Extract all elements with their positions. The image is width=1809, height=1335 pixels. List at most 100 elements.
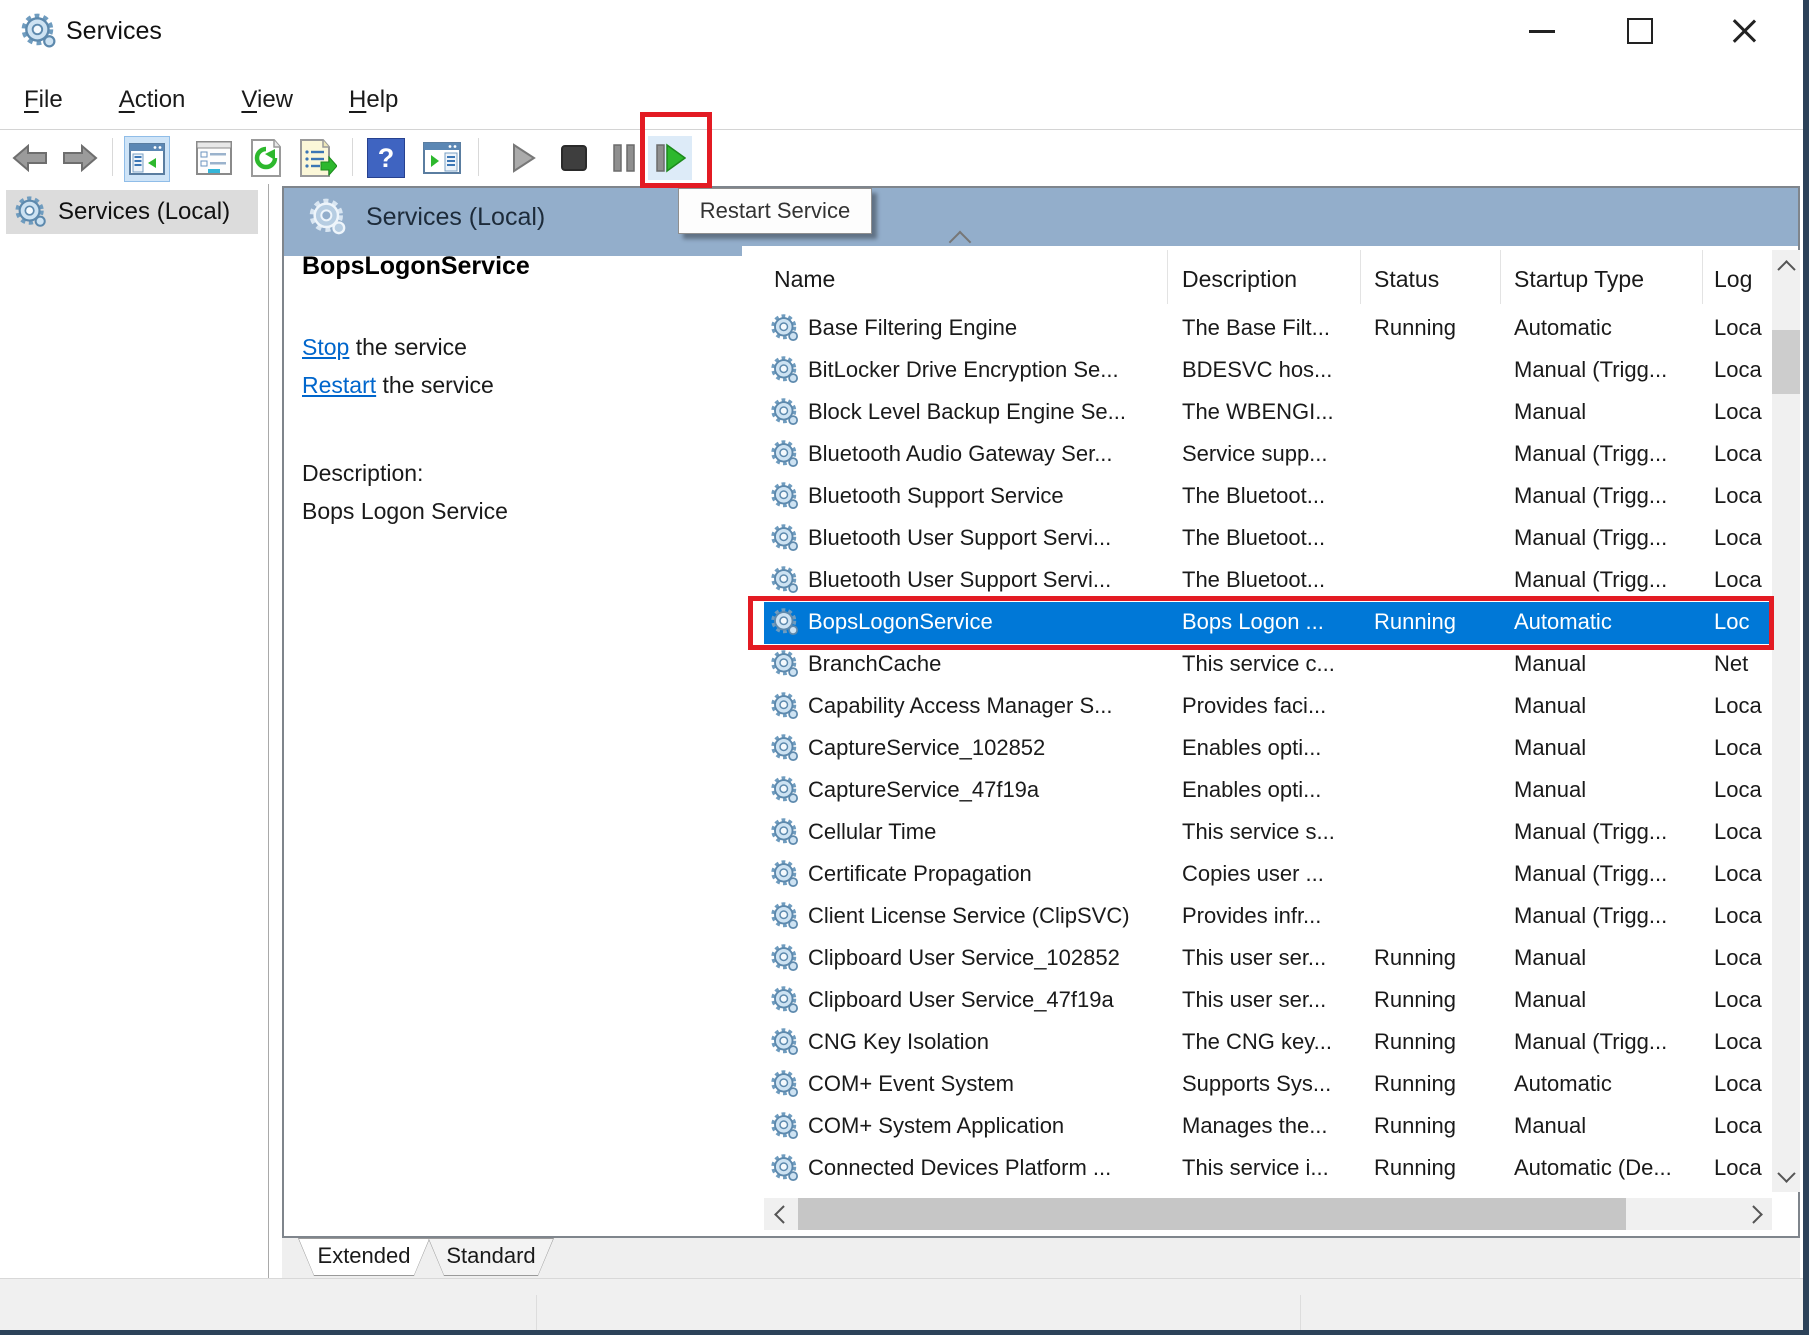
service-startup-type: Manual (Trigg...: [1514, 819, 1667, 845]
gear-icon: [770, 649, 800, 679]
menu-bar: File Action View Help: [0, 72, 1809, 128]
scroll-up-button[interactable]: [1772, 250, 1800, 282]
service-startup-type: Manual (Trigg...: [1514, 1029, 1667, 1055]
service-row[interactable]: COM+ System ApplicationManages the...Run…: [764, 1106, 1772, 1148]
window-title: Services: [66, 17, 162, 46]
menu-item-file[interactable]: File: [10, 80, 77, 120]
scroll-down-button[interactable]: [1772, 1160, 1800, 1192]
service-startup-type: Manual (Trigg...: [1514, 567, 1667, 593]
service-description: The Bluetoot...: [1182, 525, 1325, 551]
restart-service-line: Restart the service: [302, 366, 494, 404]
menu-item-help[interactable]: Help: [335, 80, 412, 120]
gear-icon: [770, 397, 800, 427]
service-status: Running: [1374, 987, 1456, 1013]
export-list-button[interactable]: [296, 136, 340, 180]
tab-extended[interactable]: Extended: [298, 1238, 430, 1276]
service-name: CaptureService_102852: [808, 735, 1045, 761]
service-name: CNG Key Isolation: [808, 1029, 989, 1055]
console-tree-pane: Services (Local): [0, 184, 269, 1278]
service-row[interactable]: BitLocker Drive Encryption Se...BDESVC h…: [764, 350, 1772, 392]
forward-button[interactable]: [58, 136, 102, 180]
scroll-right-button[interactable]: [1740, 1198, 1772, 1230]
service-startup-type: Manual (Trigg...: [1514, 441, 1667, 467]
service-description: Provides infr...: [1182, 903, 1321, 929]
horizontal-scrollbar-thumb[interactable]: [798, 1198, 1626, 1230]
service-startup-type: Manual (Trigg...: [1514, 903, 1667, 929]
service-row[interactable]: Bluetooth Audio Gateway Ser...Service su…: [764, 434, 1772, 476]
help-button[interactable]: ?: [364, 136, 408, 180]
menu-item-action[interactable]: Action: [105, 80, 200, 120]
services-pane: Services (Local) BopsLogonService Stop t…: [282, 186, 1800, 1238]
show-console-tree-button[interactable]: [124, 136, 170, 182]
service-logon-as: Loca: [1714, 1155, 1762, 1181]
service-row[interactable]: Clipboard User Service_47f19aThis user s…: [764, 980, 1772, 1022]
chevron-left-icon: [774, 1205, 792, 1223]
service-row[interactable]: Clipboard User Service_102852This user s…: [764, 938, 1772, 980]
selected-row-annotation-box: [748, 596, 1774, 650]
service-row[interactable]: Certificate PropagationCopies user ...Ma…: [764, 854, 1772, 896]
service-startup-type: Automatic: [1514, 1071, 1612, 1097]
start-service-button[interactable]: [502, 136, 546, 180]
service-row[interactable]: Client License Service (ClipSVC)Provides…: [764, 896, 1772, 938]
service-name: Bluetooth User Support Servi...: [808, 525, 1111, 551]
service-name: Connected Devices Platform ...: [808, 1155, 1111, 1181]
gear-icon: [770, 481, 800, 511]
restart-button-annotation-box: [640, 112, 712, 188]
service-row[interactable]: Block Level Backup Engine Se...The WBENG…: [764, 392, 1772, 434]
vertical-scrollbar-thumb[interactable]: [1772, 330, 1800, 394]
back-arrow-icon: [11, 144, 49, 172]
help-icon: ?: [367, 138, 405, 178]
service-logon-as: Loca: [1714, 483, 1762, 509]
back-button[interactable]: [8, 136, 52, 180]
vertical-scrollbar[interactable]: [1772, 250, 1800, 1192]
service-startup-type: Manual: [1514, 987, 1586, 1013]
properties-button[interactable]: [192, 136, 236, 180]
horizontal-scrollbar[interactable]: [764, 1198, 1772, 1230]
column-header-log[interactable]: Log: [1714, 266, 1752, 293]
gear-icon: [770, 1027, 800, 1057]
action-pane-icon: [423, 142, 461, 174]
service-name: Clipboard User Service_47f19a: [808, 987, 1114, 1013]
refresh-icon: [248, 139, 284, 177]
service-description: The WBENGI...: [1182, 399, 1334, 425]
service-row[interactable]: Capability Access Manager S...Provides f…: [764, 686, 1772, 728]
service-row[interactable]: CNG Key IsolationThe CNG key...RunningMa…: [764, 1022, 1772, 1064]
service-row[interactable]: COM+ Event SystemSupports Sys...RunningA…: [764, 1064, 1772, 1106]
service-row[interactable]: CaptureService_47f19aEnables opti...Manu…: [764, 770, 1772, 812]
service-description: The Bluetoot...: [1182, 483, 1325, 509]
service-row[interactable]: Base Filtering EngineThe Base Filt...Run…: [764, 308, 1772, 350]
maximize-button[interactable]: [1608, 10, 1672, 52]
selected-service-name: BopsLogonService: [302, 252, 530, 281]
toolbar-separator: [352, 138, 353, 176]
service-row[interactable]: Connected Devices Platform ...This servi…: [764, 1148, 1772, 1190]
tab-standard[interactable]: Standard: [428, 1238, 554, 1276]
service-row[interactable]: Bluetooth Support ServiceThe Bluetoot...…: [764, 476, 1772, 518]
restart-service-link[interactable]: Restart: [302, 372, 376, 398]
column-header-startup-type[interactable]: Startup Type: [1514, 266, 1644, 293]
services-app-icon: [20, 12, 58, 50]
service-name: Bluetooth Audio Gateway Ser...: [808, 441, 1113, 467]
service-startup-type: Manual (Trigg...: [1514, 357, 1667, 383]
service-row[interactable]: CaptureService_102852Enables opti...Manu…: [764, 728, 1772, 770]
column-header-name[interactable]: Name: [774, 266, 835, 293]
minimize-button[interactable]: [1510, 10, 1574, 52]
service-name: BranchCache: [808, 651, 941, 677]
service-row[interactable]: BranchCacheThis service c...ManualNet: [764, 644, 1772, 686]
service-name: COM+ Event System: [808, 1071, 1014, 1097]
stop-service-button[interactable]: [552, 136, 596, 180]
show-action-pane-button[interactable]: [420, 136, 464, 180]
service-row[interactable]: Cellular TimeThis service s...Manual (Tr…: [764, 812, 1772, 854]
close-button[interactable]: [1712, 10, 1776, 52]
refresh-button[interactable]: [244, 136, 288, 180]
menu-item-view[interactable]: View: [227, 80, 307, 120]
service-row[interactable]: Bluetooth User Support Servi... The Bluet…: [764, 518, 1772, 560]
service-logon-as: Loca: [1714, 693, 1762, 719]
service-status: Running: [1374, 1155, 1456, 1181]
column-header-description[interactable]: Description: [1182, 266, 1297, 293]
service-status: Running: [1374, 1113, 1456, 1139]
service-logon-as: Loca: [1714, 945, 1762, 971]
tree-item-services-local[interactable]: Services (Local): [6, 190, 258, 234]
scroll-left-button[interactable]: [764, 1198, 796, 1230]
stop-service-link[interactable]: Stop: [302, 334, 349, 360]
column-header-status[interactable]: Status: [1374, 266, 1439, 293]
